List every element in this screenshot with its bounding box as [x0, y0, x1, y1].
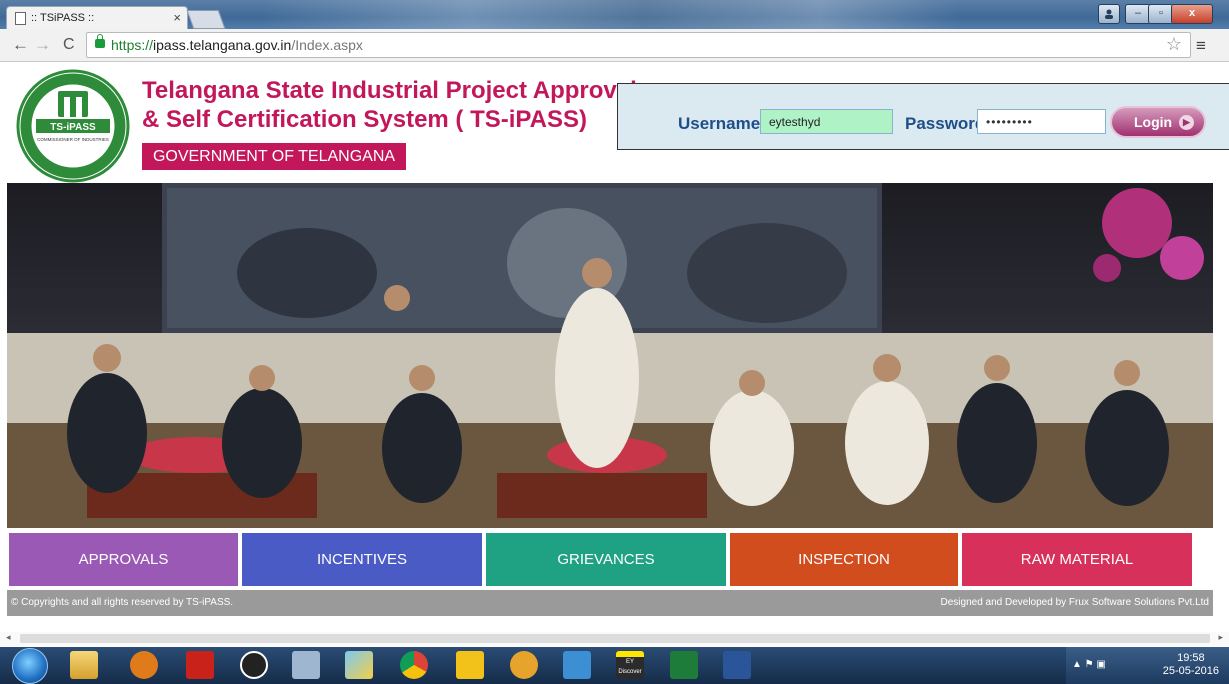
- chrome-icon[interactable]: [400, 651, 428, 679]
- site-title: Telangana State Industrial Project Appro…: [142, 76, 637, 134]
- site-title-line2: & Self Certification System ( TS-iPASS): [142, 106, 587, 133]
- lock-icon: [95, 34, 105, 48]
- tray-icons[interactable]: ▲ ⚑ ▣: [1072, 659, 1106, 670]
- logo-band-text: TS-iPASS: [50, 122, 96, 133]
- p-app-icon[interactable]: [240, 651, 268, 679]
- government-badge: GOVERNMENT OF TELANGANA: [142, 143, 406, 170]
- profile-icon[interactable]: [1098, 4, 1120, 24]
- login-button-label: Login: [1134, 114, 1173, 130]
- username-label: Username: [678, 114, 761, 133]
- url-host: ipass.telangana.gov.in: [153, 37, 292, 53]
- inspection-tile[interactable]: INSPECTION: [730, 533, 958, 586]
- clock[interactable]: 19:58 25-05-2016: [1163, 652, 1219, 678]
- browser-title-bar: :: TSiPASS :: × – ▫ x: [0, 0, 1229, 30]
- ey-discover-icon[interactable]: EY Discover: [616, 651, 644, 679]
- page-footer: © Copyrights and all rights reserved by …: [7, 590, 1213, 616]
- close-window-button[interactable]: x: [1171, 4, 1213, 24]
- bookmark-star-icon[interactable]: ☆: [1166, 34, 1182, 55]
- developer-credit: Designed and Developed by Frux Software …: [940, 597, 1210, 608]
- ts-ipass-logo: TS-iPASS COMMISSIONER OF INDUSTRIES: [16, 69, 130, 183]
- app-icon[interactable]: [510, 651, 538, 679]
- acrobat-icon[interactable]: [186, 651, 214, 679]
- login-arrow-icon: ▶: [1179, 115, 1194, 130]
- scrollbar-thumb[interactable]: [20, 634, 1210, 643]
- logo-sub-text: COMMISSIONER OF INDUSTRIES: [37, 137, 109, 142]
- raw-material-tile[interactable]: RAW MATERIAL: [962, 533, 1192, 586]
- banner-illustration: [7, 183, 1213, 528]
- username-input[interactable]: eytesthyd: [760, 109, 893, 134]
- url-scheme: https://: [111, 37, 154, 53]
- horizontal-scrollbar[interactable]: ◂ ▸: [0, 632, 1229, 646]
- incentives-tile[interactable]: INCENTIVES: [242, 533, 482, 586]
- title-bar-background: [260, 0, 960, 29]
- clock-date: 25-05-2016: [1162, 665, 1219, 677]
- site-title-line1: Telangana State Industrial Project Appro…: [142, 77, 637, 104]
- tab-close-icon[interactable]: ×: [173, 10, 181, 25]
- calculator-icon[interactable]: [292, 651, 320, 679]
- start-button[interactable]: [12, 648, 48, 684]
- windows-taskbar: EY Discover ▲ ⚑ ▣ 19:58 25-05-2016: [0, 647, 1229, 684]
- copyright-text: © Copyrights and all rights reserved by …: [11, 597, 234, 608]
- page-favicon-icon: [15, 12, 26, 25]
- tab-title: :: TSiPASS ::: [31, 12, 95, 24]
- clock-time: 19:58: [1177, 652, 1205, 664]
- file-explorer-icon[interactable]: [70, 651, 98, 679]
- banner-photo: [7, 183, 1213, 528]
- browser-toolbar: ← → C https://ipass.telangana.gov.in/Ind…: [0, 29, 1229, 62]
- scroll-right-arrow-icon[interactable]: ▸: [1218, 632, 1223, 643]
- password-input[interactable]: •••••••••: [977, 109, 1106, 134]
- word-icon[interactable]: [723, 651, 751, 679]
- system-tray: ▲ ⚑ ▣ 19:58 25-05-2016: [1066, 647, 1229, 684]
- browser-tab[interactable]: :: TSiPASS :: ×: [6, 6, 188, 30]
- outlook-icon[interactable]: [130, 651, 158, 679]
- chrome-menu-icon[interactable]: ≡: [1196, 36, 1206, 56]
- url-text[interactable]: https://ipass.telangana.gov.in/Index.asp…: [111, 37, 363, 53]
- password-label: Password: [905, 114, 986, 133]
- address-bar[interactable]: https://ipass.telangana.gov.in/Index.asp…: [86, 32, 1191, 58]
- new-tab-button[interactable]: [186, 10, 226, 29]
- login-panel: Username eytesthyd Password ••••••••• Lo…: [617, 83, 1229, 150]
- scroll-left-arrow-icon[interactable]: ◂: [6, 632, 11, 643]
- grievances-tile[interactable]: GRIEVANCES: [486, 533, 726, 586]
- url-path: /Index.aspx: [291, 37, 363, 53]
- login-button[interactable]: Login ▶: [1110, 106, 1206, 138]
- back-arrow-icon[interactable]: ←: [12, 35, 29, 55]
- reload-icon[interactable]: C: [63, 36, 75, 54]
- approvals-tile[interactable]: APPROVALS: [9, 533, 238, 586]
- folder-icon[interactable]: [345, 651, 373, 679]
- help-icon[interactable]: [456, 651, 484, 679]
- lync-icon[interactable]: [563, 651, 591, 679]
- forward-arrow-icon[interactable]: →: [34, 35, 51, 55]
- excel-icon[interactable]: [670, 651, 698, 679]
